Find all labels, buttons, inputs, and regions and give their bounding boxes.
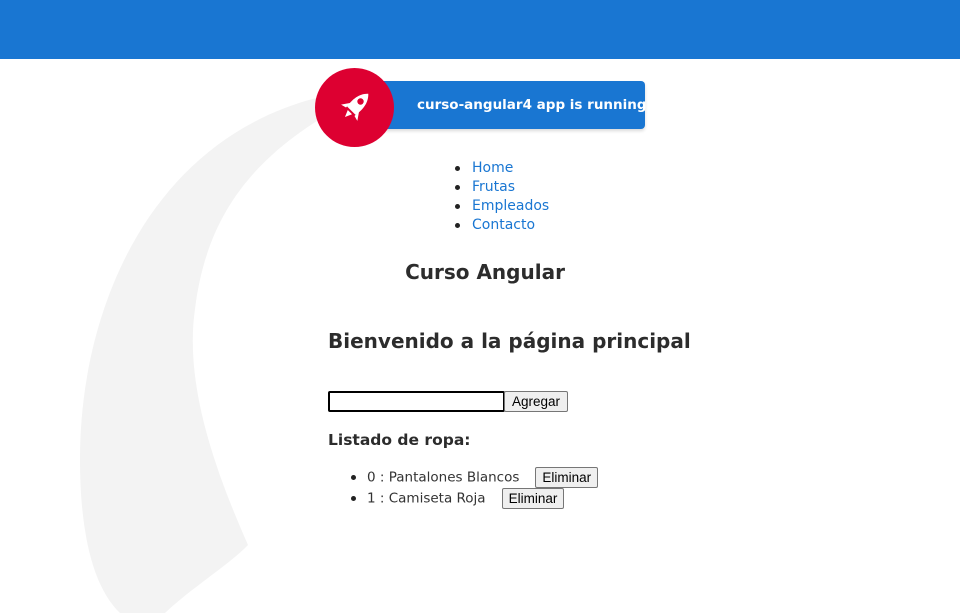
banner-text: curso-angular4 app is running! <box>417 97 653 113</box>
list-item: 0 : Pantalones Blancos Eliminar <box>350 467 599 488</box>
main-content: curso-angular4 app is running! Home Frut… <box>0 59 960 613</box>
clothing-item-text: 0 : Pantalones Blancos <box>367 469 520 486</box>
delete-button[interactable]: Eliminar <box>535 467 599 488</box>
app-running-banner: curso-angular4 app is running! <box>352 81 653 129</box>
clothing-input[interactable] <box>328 391 505 412</box>
rocket-logo <box>315 68 394 147</box>
nav-link-frutas[interactable]: Frutas <box>472 179 515 195</box>
nav-item-empleados: Empleados <box>454 197 549 216</box>
nav-item-contacto: Contacto <box>454 216 549 235</box>
nav-link-empleados[interactable]: Empleados <box>472 198 549 214</box>
add-button[interactable]: Agregar <box>504 391 568 412</box>
clothes-list: 0 : Pantalones Blancos Eliminar 1 : Camis… <box>350 467 599 509</box>
main-nav: Home Frutas Empleados Contacto <box>454 159 549 235</box>
top-toolbar <box>0 0 960 59</box>
clothes-list-heading: Listado de ropa: <box>328 431 471 449</box>
nav-item-home: Home <box>454 159 549 178</box>
delete-button[interactable]: Eliminar <box>501 488 565 509</box>
nav-item-frutas: Frutas <box>454 178 549 197</box>
course-title: Curso Angular <box>405 260 565 284</box>
nav-link-home[interactable]: Home <box>472 160 513 176</box>
rocket-icon <box>341 93 369 121</box>
nav-link-contacto[interactable]: Contacto <box>472 217 535 233</box>
list-item: 1 : Camiseta Roja Eliminar <box>350 488 598 509</box>
clothing-item-text: 1 : Camiseta Roja <box>367 490 486 507</box>
welcome-heading: Bienvenido a la página principal <box>328 329 691 353</box>
